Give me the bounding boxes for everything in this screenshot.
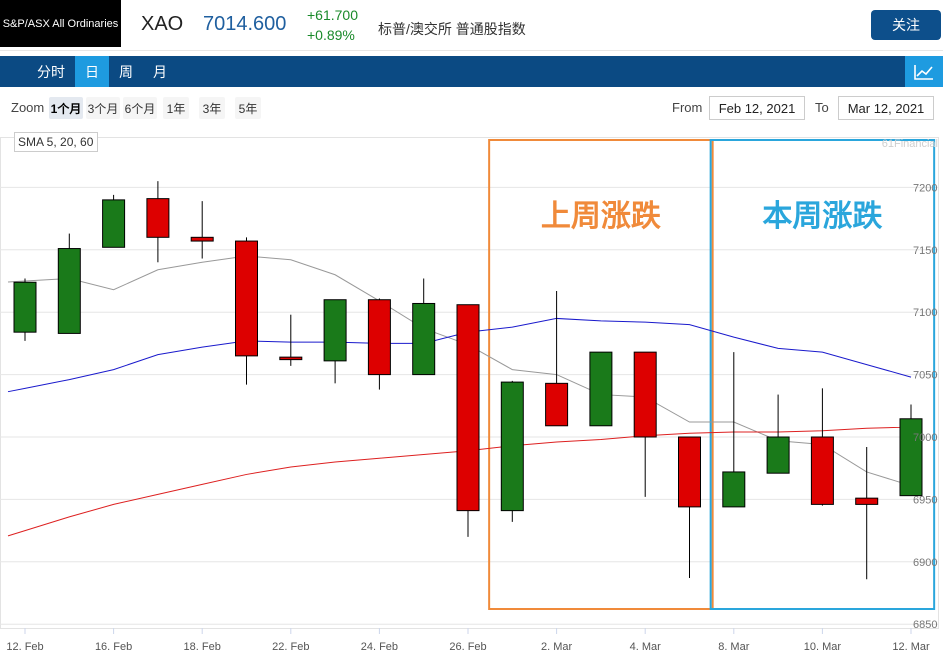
- zoom-1-year[interactable]: 1年: [163, 97, 189, 119]
- tab-weekly[interactable]: 周: [109, 56, 143, 87]
- sma-legend-label: SMA 5, 20, 60: [18, 135, 94, 149]
- from-date-input[interactable]: Feb 12, 2021: [709, 96, 805, 120]
- candle-body: [323, 299, 347, 362]
- candle-body: [279, 356, 303, 361]
- x-tick-label: 8. Mar: [718, 641, 750, 653]
- to-date-input[interactable]: Mar 12, 2021: [838, 96, 934, 120]
- x-tick-label: 26. Feb: [449, 641, 486, 653]
- y-tick-label: 7200: [913, 182, 937, 194]
- y-tick-label: 7000: [913, 432, 937, 444]
- candle-body: [102, 199, 126, 248]
- follow-button[interactable]: 关注: [871, 10, 941, 40]
- to-label: To: [815, 100, 829, 115]
- line-chart-icon: [914, 64, 933, 80]
- candle-body: [190, 236, 214, 242]
- ticker-symbol: XAO: [141, 13, 184, 35]
- y-tick-label: 6850: [913, 619, 937, 631]
- candle-body: [456, 304, 480, 512]
- y-tick-label: 6900: [913, 557, 937, 569]
- index-logo: S&P/ASX All Ordinaries: [0, 0, 121, 47]
- x-tick-label: 16. Feb: [95, 641, 132, 653]
- x-tick-label: 24. Feb: [361, 641, 398, 653]
- from-label: From: [672, 100, 703, 115]
- x-tick-label: 2. Mar: [541, 641, 573, 653]
- last-price: 7014.600: [203, 13, 287, 35]
- tab-monthly[interactable]: 月: [143, 56, 177, 87]
- y-tick-label: 6950: [913, 494, 937, 506]
- candle-body: [500, 381, 524, 512]
- chart-watermark: 61Financial: [882, 138, 938, 150]
- x-tick-label: 18. Feb: [184, 641, 221, 653]
- price-change: +61.700: [307, 7, 358, 23]
- zoom-3-months[interactable]: 3个月: [86, 97, 120, 119]
- y-tick-label: 7100: [913, 307, 937, 319]
- zoom-3-years[interactable]: 3年: [199, 97, 225, 119]
- price-change-percent: +0.89%: [307, 27, 355, 43]
- candle-body: [722, 471, 746, 508]
- this-week-box-label: 本周涨跌: [762, 199, 882, 234]
- tab-daily[interactable]: 日: [75, 56, 109, 87]
- y-tick-label: 7050: [913, 370, 937, 382]
- candle-body: [367, 299, 391, 376]
- zoom-label: Zoom: [11, 100, 45, 115]
- x-tick-label: 12. Mar: [892, 641, 930, 653]
- candle-body: [146, 198, 170, 238]
- zoom-6-months[interactable]: 6个月: [123, 97, 157, 119]
- candle-body: [899, 418, 923, 497]
- y-tick-label: 7150: [913, 245, 937, 257]
- candle-body: [235, 240, 258, 357]
- zoom-5-years[interactable]: 5年: [235, 97, 261, 119]
- tab-intraday[interactable]: 分时: [27, 56, 75, 87]
- candle-body: [57, 248, 81, 334]
- last-week-box-label: 上周涨跌: [541, 199, 661, 234]
- candle-body: [545, 382, 569, 427]
- candle-body: [13, 281, 37, 333]
- candle-body: [855, 497, 879, 505]
- x-tick-label: 4. Mar: [630, 641, 662, 653]
- x-tick-label: 10. Mar: [804, 641, 842, 653]
- candle-body: [766, 436, 790, 474]
- candle-body: [633, 351, 657, 438]
- candle-body: [810, 436, 834, 505]
- zoom-1-month[interactable]: 1个月: [49, 97, 83, 119]
- x-tick-label: 12. Feb: [6, 641, 43, 653]
- candle-body: [412, 302, 436, 376]
- chart-type-button[interactable]: [905, 56, 943, 87]
- candle-body: [589, 351, 613, 427]
- candlestick-chart: 上周涨跌 本周涨跌 6850 6900 6950 7000 7050 7100 7150 720…: [0, 132, 939, 653]
- candle-body: [678, 436, 701, 508]
- index-description: 标普/澳交所 普通股指数: [378, 21, 526, 37]
- x-tick-label: 22. Feb: [272, 641, 309, 653]
